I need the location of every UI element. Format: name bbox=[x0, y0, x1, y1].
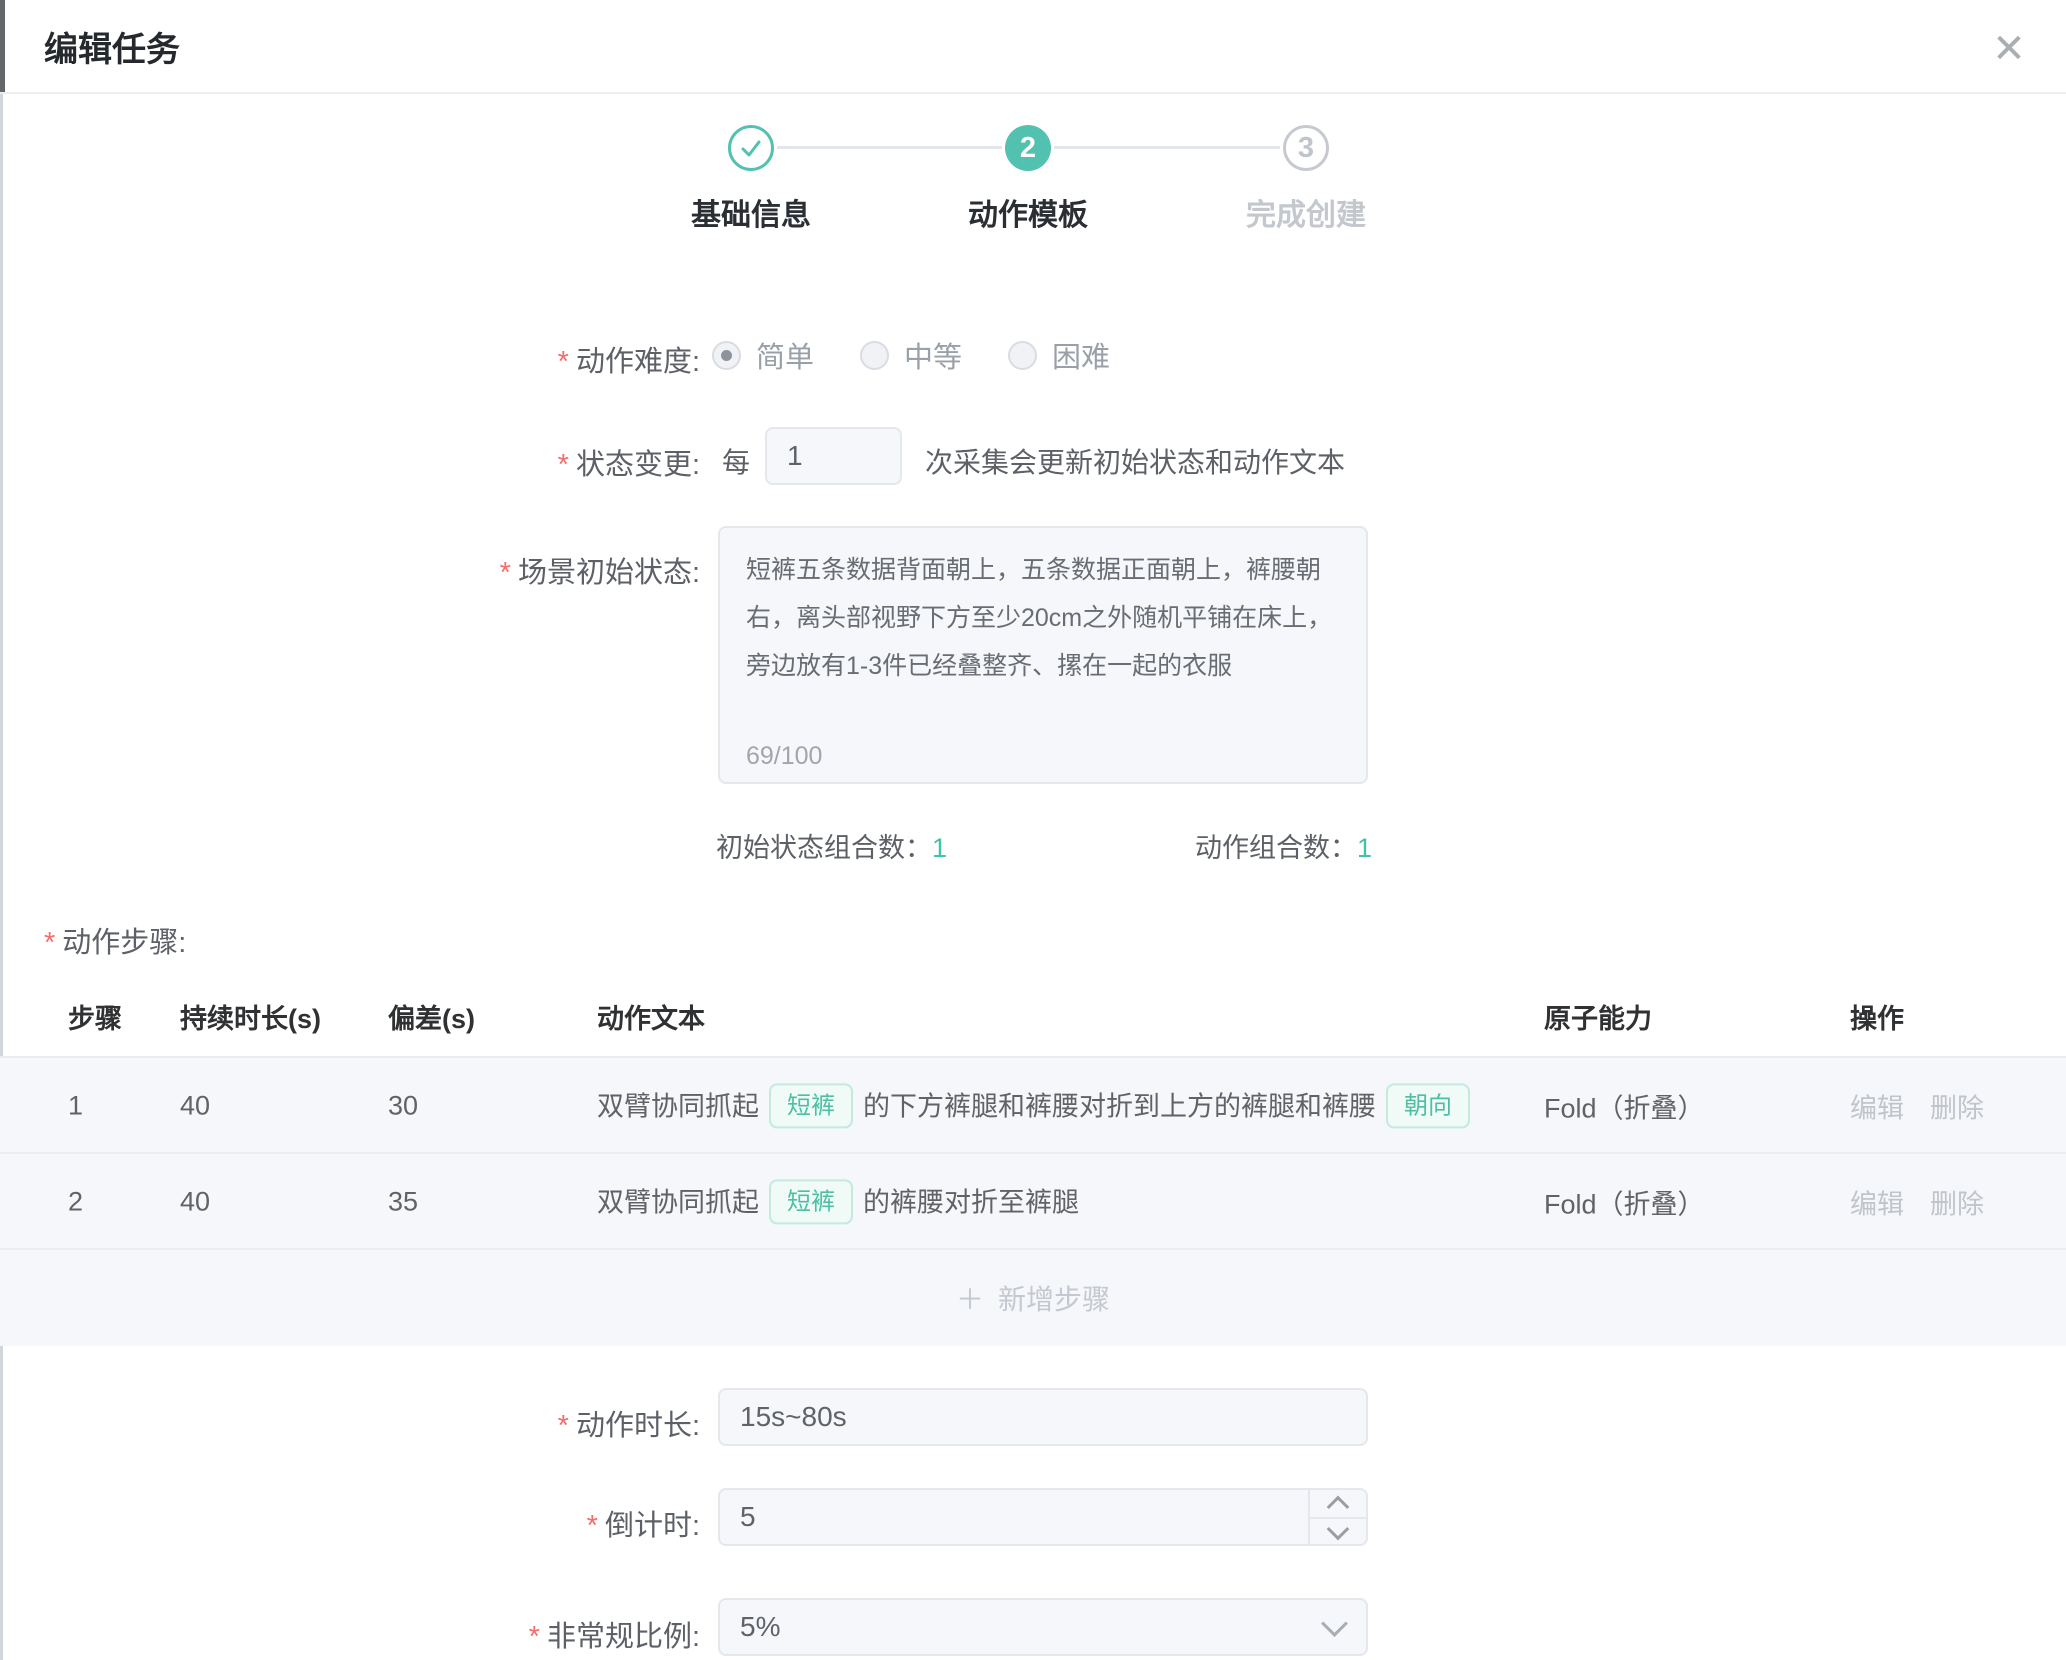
spinner-down-button[interactable] bbox=[1310, 1517, 1366, 1544]
duration-value: 15s~80s bbox=[740, 1401, 847, 1433]
object-tag: 短裤 bbox=[769, 1083, 853, 1128]
step-1-label: 基础信息 bbox=[621, 190, 881, 234]
radio-hard-label: 困难 bbox=[1052, 334, 1110, 376]
col-header-deviation: 偏差(s) bbox=[388, 997, 475, 1036]
initial-combo-value: 1 bbox=[932, 833, 947, 863]
required-mark: * bbox=[529, 1621, 540, 1653]
screen-left-edge-dark bbox=[0, 0, 5, 92]
scene-state-textarea[interactable]: 短裤五条数据背面朝上，五条数据正面朝上，裤腰朝 右，离头部视野下方至少20cm之… bbox=[718, 526, 1368, 784]
radio-hard[interactable]: 困难 bbox=[1008, 334, 1110, 376]
radio-easy[interactable]: 简单 bbox=[712, 334, 814, 376]
edit-task-dialog: 编辑任务 ✕ 2 3 基础信息 动作模板 完成创建 *动作难度: 简单 中等 困… bbox=[0, 0, 2066, 1660]
step-connector-2 bbox=[1054, 146, 1280, 149]
radio-medium-circle bbox=[860, 341, 889, 370]
scene-state-line: 右，离头部视野下方至少20cm之外随机平铺在床上， bbox=[746, 594, 1340, 642]
edit-link[interactable]: 编辑 bbox=[1850, 1087, 1904, 1126]
action-steps-label: *动作步骤: bbox=[44, 919, 186, 961]
table-row: 1 40 30 双臂协同抓起短裤的下方裤腿和裤腰对折到上方的裤腿和裤腰朝向 Fo… bbox=[0, 1058, 2066, 1154]
col-header-duration: 持续时长(s) bbox=[180, 997, 321, 1036]
step-2-number: 2 bbox=[1020, 132, 1036, 165]
header-divider bbox=[0, 92, 2066, 94]
edit-link[interactable]: 编辑 bbox=[1850, 1183, 1904, 1222]
difficulty-radio-group: 简单 中等 困难 bbox=[712, 334, 1110, 376]
cell-operations: 编辑 删除 bbox=[1850, 1087, 1984, 1126]
state-change-suffix: 次采集会更新初始状态和动作文本 bbox=[925, 441, 1345, 481]
chevron-down-icon bbox=[1327, 1517, 1350, 1540]
screen-left-edge-light bbox=[0, 94, 3, 1660]
cell-action-text: 双臂协同抓起短裤的裤腰对折至裤腿 bbox=[597, 1179, 1079, 1224]
object-tag: 短裤 bbox=[769, 1179, 853, 1224]
chevron-down-icon bbox=[1321, 1610, 1348, 1637]
col-header-ops: 操作 bbox=[1850, 997, 1904, 1036]
cell-action-text: 双臂协同抓起短裤的下方裤腿和裤腰对折到上方的裤腿和裤腰朝向 bbox=[597, 1083, 1480, 1128]
step-3-label: 完成创建 bbox=[1176, 190, 1436, 234]
close-icon: ✕ bbox=[1992, 26, 2026, 72]
duration-input[interactable]: 15s~80s bbox=[718, 1388, 1368, 1446]
duration-label: *动作时长: bbox=[558, 1402, 700, 1444]
unusual-ratio-label: *非常规比例: bbox=[529, 1613, 700, 1655]
step-2-label: 动作模板 bbox=[898, 190, 1158, 234]
required-mark: * bbox=[558, 346, 569, 378]
radio-easy-circle bbox=[712, 341, 741, 370]
chevron-up-icon bbox=[1327, 1495, 1350, 1518]
col-header-ability: 原子能力 bbox=[1544, 997, 1652, 1036]
scene-state-label: *场景初始状态: bbox=[500, 549, 700, 591]
state-change-value: 1 bbox=[787, 440, 803, 472]
col-header-action: 动作文本 bbox=[597, 997, 705, 1036]
number-spinner bbox=[1308, 1490, 1366, 1544]
required-mark: * bbox=[558, 449, 569, 481]
countdown-label: *倒计时: bbox=[587, 1502, 700, 1544]
check-icon bbox=[738, 135, 764, 161]
required-mark: * bbox=[587, 1510, 598, 1542]
spinner-up-button[interactable] bbox=[1310, 1490, 1366, 1517]
radio-hard-circle bbox=[1008, 341, 1037, 370]
radio-medium[interactable]: 中等 bbox=[860, 334, 962, 376]
radio-easy-label: 简单 bbox=[756, 334, 814, 376]
unusual-ratio-select[interactable]: 5% bbox=[718, 1598, 1368, 1656]
state-change-input[interactable]: 1 bbox=[765, 427, 902, 485]
table-row: 2 40 35 双臂协同抓起短裤的裤腰对折至裤腿 Fold（折叠） 编辑 删除 bbox=[0, 1154, 2066, 1250]
cell-duration: 40 bbox=[180, 1187, 210, 1218]
step-3-indicator[interactable]: 3 bbox=[1283, 125, 1329, 171]
close-button[interactable]: ✕ bbox=[1982, 22, 2036, 76]
cell-deviation: 35 bbox=[388, 1187, 418, 1218]
dialog-title: 编辑任务 bbox=[44, 22, 180, 71]
countdown-value: 5 bbox=[740, 1501, 756, 1533]
cell-ability: Fold（折叠） bbox=[1544, 1087, 1705, 1126]
difficulty-label: *动作难度: bbox=[558, 338, 700, 380]
add-step-button[interactable]: ＋ 新增步骤 bbox=[0, 1249, 2066, 1346]
cell-step: 1 bbox=[68, 1091, 83, 1122]
unusual-ratio-value: 5% bbox=[740, 1611, 780, 1643]
action-combo-label: 动作组合数：1 bbox=[1195, 826, 1372, 865]
delete-link[interactable]: 删除 bbox=[1930, 1183, 1984, 1222]
col-header-step: 步骤 bbox=[68, 997, 122, 1036]
radio-medium-label: 中等 bbox=[904, 334, 962, 376]
step-1-indicator[interactable] bbox=[728, 125, 774, 171]
scene-state-line: 旁边放有1-3件已经叠整齐、摞在一起的衣服 bbox=[746, 642, 1340, 690]
countdown-input[interactable]: 5 bbox=[718, 1488, 1368, 1546]
state-change-label: *状态变更: bbox=[558, 441, 700, 483]
char-counter: 69/100 bbox=[746, 742, 822, 771]
plus-icon: ＋ bbox=[956, 1278, 984, 1318]
required-mark: * bbox=[558, 1410, 569, 1442]
step-connector-1 bbox=[777, 146, 1002, 149]
required-mark: * bbox=[500, 557, 511, 589]
add-step-label: 新增步骤 bbox=[998, 1278, 1110, 1318]
state-change-prefix: 每 bbox=[722, 441, 750, 481]
orientation-tag: 朝向 bbox=[1386, 1083, 1470, 1128]
scene-state-line: 短裤五条数据背面朝上，五条数据正面朝上，裤腰朝 bbox=[746, 546, 1340, 594]
cell-ability: Fold（折叠） bbox=[1544, 1183, 1705, 1222]
delete-link[interactable]: 删除 bbox=[1930, 1087, 1984, 1126]
cell-step: 2 bbox=[68, 1187, 83, 1218]
step-3-number: 3 bbox=[1298, 132, 1314, 165]
cell-deviation: 30 bbox=[388, 1091, 418, 1122]
step-2-indicator[interactable]: 2 bbox=[1005, 125, 1051, 171]
initial-combo-label: 初始状态组合数：1 bbox=[716, 826, 947, 865]
cell-duration: 40 bbox=[180, 1091, 210, 1122]
required-mark: * bbox=[44, 927, 55, 959]
action-combo-value: 1 bbox=[1357, 833, 1372, 863]
cell-operations: 编辑 删除 bbox=[1850, 1183, 1984, 1222]
